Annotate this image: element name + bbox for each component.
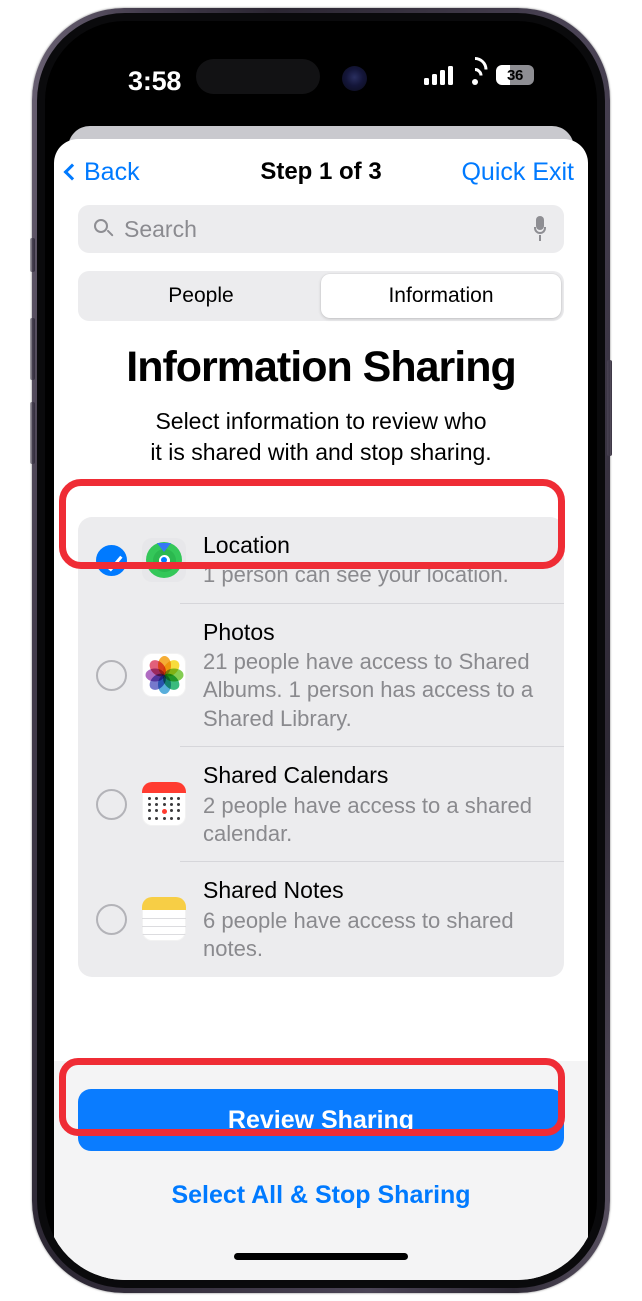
- power-button[interactable]: [607, 360, 612, 456]
- list-item-location[interactable]: Location 1 person can see your location.: [78, 517, 564, 604]
- calendar-dot: [154, 809, 158, 813]
- checkbox-photos[interactable]: [96, 659, 127, 691]
- calendar-dot: [147, 817, 151, 821]
- calendar-dot: [177, 809, 181, 813]
- safety-check-sheet: Back Step 1 of 3 Quick Exit Search Peopl…: [54, 139, 588, 1280]
- home-indicator[interactable]: [234, 1253, 408, 1260]
- search-field[interactable]: Search: [78, 205, 564, 253]
- calendar-dot: [170, 803, 174, 807]
- screenshot-canvas: 3:58 36 Back Step 1 of 3 Quick Exit Sear…: [0, 0, 642, 1301]
- review-sharing-button[interactable]: Review Sharing: [78, 1089, 564, 1151]
- search-placeholder: Search: [124, 215, 197, 242]
- battery-percent-label: 36: [506, 66, 524, 84]
- search-icon: [94, 219, 114, 239]
- list-item-title: Shared Notes: [203, 876, 344, 903]
- wifi-icon: [456, 51, 493, 87]
- list-item-title: Photos: [203, 618, 275, 645]
- status-bar-time: 3:58: [128, 66, 182, 96]
- list-item-shared-calendars[interactable]: Shared Calendars 2 people have access to…: [78, 747, 564, 862]
- calendar-dot: [162, 803, 166, 807]
- cellular-signal-icon: [424, 65, 453, 85]
- volume-up-button[interactable]: [30, 318, 35, 380]
- list-item-shared-notes[interactable]: Shared Notes 6 people have access to sha…: [78, 862, 564, 977]
- phone-screen: 3:58 36 Back Step 1 of 3 Quick Exit Sear…: [45, 21, 597, 1280]
- find-my-icon: [142, 538, 186, 583]
- information-list-container: Location 1 person can see your location.…: [54, 516, 588, 977]
- dynamic-island: [196, 59, 320, 94]
- quick-exit-button[interactable]: Quick Exit: [461, 158, 574, 187]
- silent-switch-button[interactable]: [30, 238, 35, 272]
- list-item-photos[interactable]: Photos 21 people have access to Shared A…: [78, 604, 564, 747]
- calendar-dot: [154, 817, 158, 821]
- notes-icon: [142, 897, 186, 942]
- tab-people[interactable]: People: [81, 274, 321, 318]
- subtitle: Select information to review who it is s…: [54, 406, 588, 468]
- calendar-dot: [154, 803, 158, 807]
- subtitle-line-1: Select information to review who: [155, 408, 487, 434]
- front-camera-icon: [342, 66, 367, 91]
- list-item-subtitle: 1 person can see your location.: [203, 562, 509, 588]
- subtitle-line-2: it is shared with and stop sharing.: [150, 438, 492, 465]
- list-item-subtitle: 21 people have access to Shared Albums. …: [203, 649, 534, 731]
- volume-down-button[interactable]: [30, 402, 35, 464]
- list-item-subtitle: 6 people have access to shared notes.: [203, 907, 514, 961]
- search-bar-container: Search: [54, 205, 588, 253]
- footer-actions: Review Sharing Select All & Stop Sharing: [54, 1061, 588, 1280]
- calendar-dot: [147, 809, 151, 813]
- battery-icon: 36: [496, 65, 534, 85]
- calendar-dot: [147, 803, 151, 807]
- calendar-dot: [162, 817, 166, 821]
- status-bar-indicators: 36: [424, 51, 534, 87]
- list-item-title: Location: [203, 531, 290, 558]
- photos-icon: [142, 653, 186, 698]
- segmented-control[interactable]: People Information: [78, 271, 564, 321]
- list-item-subtitle: 2 people have access to a shared calenda…: [203, 792, 533, 846]
- calendar-dot: [170, 817, 174, 821]
- checkbox-shared-calendars[interactable]: [96, 788, 127, 820]
- calendar-dot: [170, 809, 174, 813]
- calendar-dot: [147, 797, 151, 801]
- status-bar: 3:58 36: [45, 21, 597, 105]
- checkbox-shared-notes[interactable]: [96, 903, 127, 935]
- list-item-title: Shared Calendars: [203, 761, 389, 788]
- select-all-stop-sharing-link[interactable]: Select All & Stop Sharing: [78, 1181, 564, 1210]
- information-list: Location 1 person can see your location.…: [78, 516, 564, 977]
- tab-information[interactable]: Information: [321, 274, 561, 318]
- calendar-dot: [161, 809, 167, 815]
- calendar-dot: [162, 797, 166, 801]
- navigation-bar: Back Step 1 of 3 Quick Exit: [54, 139, 588, 205]
- headline: Information Sharing: [126, 343, 517, 391]
- calendar-dot: [177, 797, 181, 801]
- microphone-icon[interactable]: [533, 216, 547, 242]
- calendar-dot: [177, 803, 181, 807]
- calendar-dot: [154, 797, 158, 801]
- calendar-dot: [177, 817, 181, 821]
- calendar-icon: [142, 782, 186, 827]
- segmented-control-container: People Information: [54, 253, 588, 321]
- calendar-dot: [170, 797, 174, 801]
- checkbox-location[interactable]: [96, 544, 127, 576]
